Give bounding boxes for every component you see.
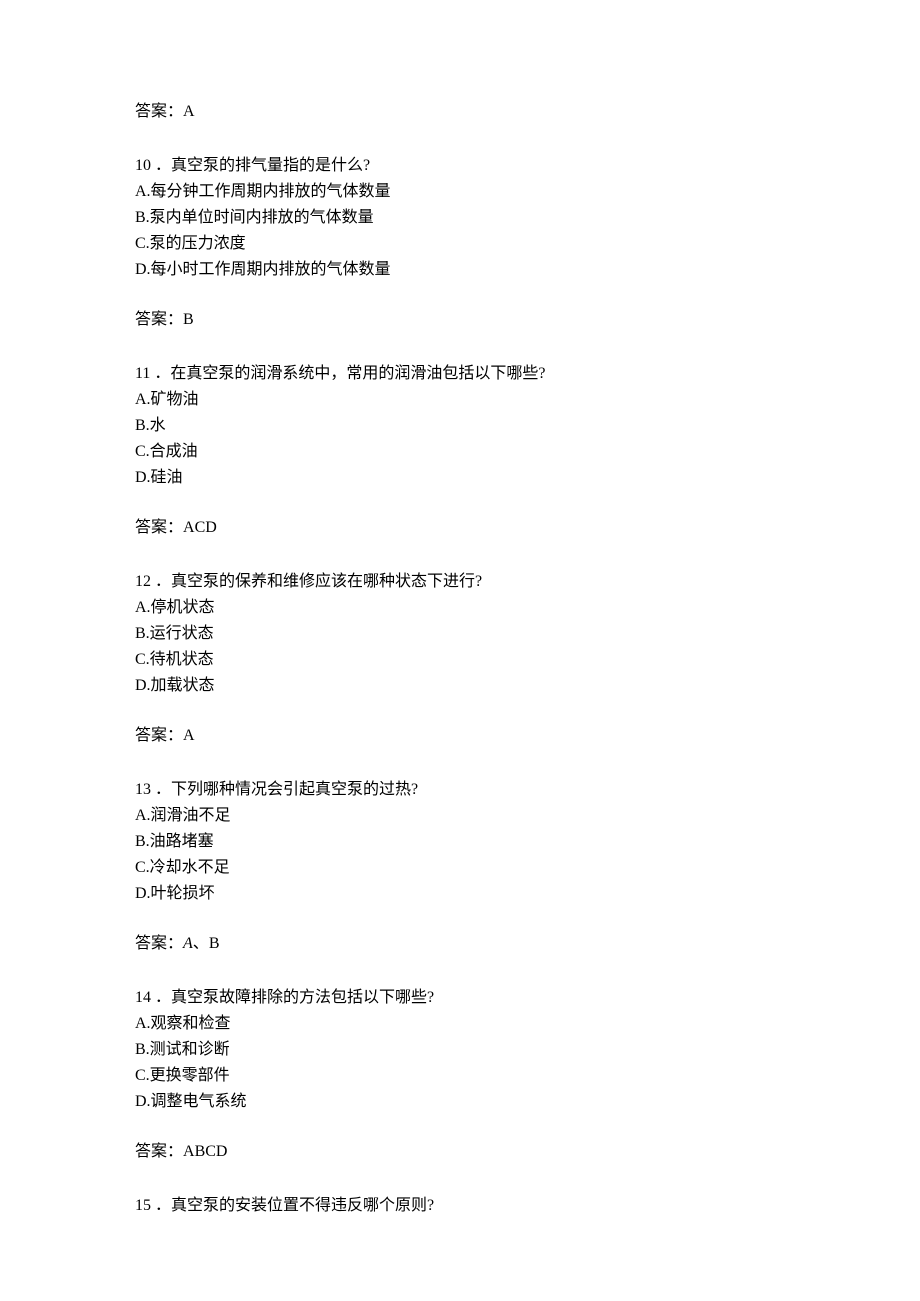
answer-value: A bbox=[183, 727, 195, 744]
question-text: 14 ．真空泵故障排除的方法包括以下哪些? bbox=[135, 986, 785, 1010]
question-number: 10 bbox=[135, 157, 151, 174]
answer-value: ACD bbox=[183, 519, 217, 536]
question-text: 13 ．下列哪种情况会引起真空泵的过热? bbox=[135, 778, 785, 802]
question-10: 10 ．真空泵的排气量指的是什么? A.每分钟工作周期内排放的气体数量 B.泵内… bbox=[135, 154, 785, 282]
answer-label: 答案： bbox=[135, 1143, 183, 1160]
question-body: ．下列哪种情况会引起真空泵的过热? bbox=[155, 781, 418, 798]
option-a: A.每分钟工作周期内排放的气体数量 bbox=[135, 180, 785, 204]
answer-label: 答案： bbox=[135, 311, 183, 328]
option-c: C.更换零部件 bbox=[135, 1064, 785, 1088]
option-b: B.测试和诊断 bbox=[135, 1038, 785, 1062]
question-11: 11 ．在真空泵的润滑系统中，常用的润滑油包括以下哪些? A.矿物油 B.水 C… bbox=[135, 362, 785, 490]
option-a: A.矿物油 bbox=[135, 388, 785, 412]
question-text: 10 ．真空泵的排气量指的是什么? bbox=[135, 154, 785, 178]
option-d: D.叶轮损坏 bbox=[135, 882, 785, 906]
question-body: ．真空泵的保养和维修应该在哪种状态下进行? bbox=[155, 573, 482, 590]
answer-label: 答案： bbox=[135, 519, 183, 536]
answer-line-q13: 答案：A、B bbox=[135, 932, 785, 956]
option-d: D.每小时工作周期内排放的气体数量 bbox=[135, 258, 785, 282]
answer-label: 答案： bbox=[135, 103, 183, 120]
document-page: 答案：A 10 ．真空泵的排气量指的是什么? A.每分钟工作周期内排放的气体数量… bbox=[0, 0, 920, 1301]
question-body: ．真空泵的排气量指的是什么? bbox=[155, 157, 370, 174]
answer-value: B bbox=[183, 311, 194, 328]
question-body: ．真空泵的安装位置不得违反哪个原则? bbox=[155, 1197, 434, 1214]
answer-value: ABCD bbox=[183, 1143, 227, 1160]
option-b: B.运行状态 bbox=[135, 622, 785, 646]
answer-label: 答案： bbox=[135, 727, 183, 744]
answer-value: A bbox=[183, 103, 195, 120]
question-text: 12 ．真空泵的保养和维修应该在哪种状态下进行? bbox=[135, 570, 785, 594]
option-c: C.冷却水不足 bbox=[135, 856, 785, 880]
option-c: C.待机状态 bbox=[135, 648, 785, 672]
question-body: ．真空泵故障排除的方法包括以下哪些? bbox=[155, 989, 434, 1006]
option-c: C.合成油 bbox=[135, 440, 785, 464]
option-a: A.停机状态 bbox=[135, 596, 785, 620]
question-number: 11 bbox=[135, 365, 150, 382]
option-c: C.泵的压力浓度 bbox=[135, 232, 785, 256]
answer-line-q14: 答案：ABCD bbox=[135, 1140, 785, 1164]
answer-value-part1: A bbox=[183, 935, 193, 952]
answer-line-q11: 答案：ACD bbox=[135, 516, 785, 540]
option-a: A.润滑油不足 bbox=[135, 804, 785, 828]
question-14: 14 ．真空泵故障排除的方法包括以下哪些? A.观察和检查 B.测试和诊断 C.… bbox=[135, 986, 785, 1114]
answer-line-q9: 答案：A bbox=[135, 100, 785, 124]
option-a: A.观察和检查 bbox=[135, 1012, 785, 1036]
answer-value-part2: B bbox=[209, 935, 220, 952]
answer-line-q10: 答案：B bbox=[135, 308, 785, 332]
question-13: 13 ．下列哪种情况会引起真空泵的过热? A.润滑油不足 B.油路堵塞 C.冷却… bbox=[135, 778, 785, 906]
option-d: D.硅油 bbox=[135, 466, 785, 490]
option-b: B.泵内单位时间内排放的气体数量 bbox=[135, 206, 785, 230]
question-number: 14 bbox=[135, 989, 151, 1006]
question-number: 15 bbox=[135, 1197, 151, 1214]
question-number: 13 bbox=[135, 781, 151, 798]
option-d: D.加载状态 bbox=[135, 674, 785, 698]
question-15: 15 ．真空泵的安装位置不得违反哪个原则? bbox=[135, 1194, 785, 1218]
option-b: B.油路堵塞 bbox=[135, 830, 785, 854]
question-text: 15 ．真空泵的安装位置不得违反哪个原则? bbox=[135, 1194, 785, 1218]
answer-sep: 、 bbox=[193, 935, 209, 952]
answer-label: 答案： bbox=[135, 935, 183, 952]
question-body: ．在真空泵的润滑系统中，常用的润滑油包括以下哪些? bbox=[154, 365, 545, 382]
option-d: D.调整电气系统 bbox=[135, 1090, 785, 1114]
answer-line-q12: 答案：A bbox=[135, 724, 785, 748]
question-number: 12 bbox=[135, 573, 151, 590]
question-12: 12 ．真空泵的保养和维修应该在哪种状态下进行? A.停机状态 B.运行状态 C… bbox=[135, 570, 785, 698]
question-text: 11 ．在真空泵的润滑系统中，常用的润滑油包括以下哪些? bbox=[135, 362, 785, 386]
option-b: B.水 bbox=[135, 414, 785, 438]
